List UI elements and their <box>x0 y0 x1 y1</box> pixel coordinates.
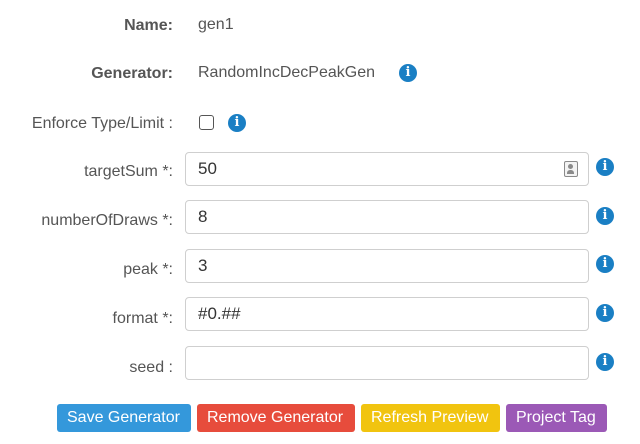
name-label: Name: <box>124 17 173 34</box>
seed-input[interactable] <box>186 347 588 379</box>
number-of-draws-label: numberOfDraws *: <box>41 212 173 229</box>
target-sum-input[interactable] <box>186 153 588 185</box>
number-of-draws-info-icon[interactable]: i <box>596 207 614 225</box>
peak-input[interactable] <box>186 250 588 282</box>
target-sum-label: targetSum *: <box>84 163 173 180</box>
remove-generator-button[interactable]: Remove Generator <box>197 404 355 432</box>
format-input[interactable] <box>186 298 588 330</box>
refresh-preview-button[interactable]: Refresh Preview <box>361 404 500 432</box>
project-tag-button[interactable]: Project Tag <box>506 404 607 432</box>
peak-field[interactable] <box>185 249 589 283</box>
enforce-info-icon[interactable]: i <box>228 114 246 132</box>
seed-label: seed : <box>129 359 173 376</box>
peak-label: peak *: <box>123 261 173 278</box>
target-sum-field[interactable] <box>185 152 589 186</box>
generator-value: RandomIncDecPeakGen <box>198 64 375 81</box>
format-info-icon[interactable]: i <box>596 304 614 322</box>
generator-info-icon[interactable]: i <box>399 64 417 82</box>
seed-field[interactable] <box>185 346 589 380</box>
target-sum-info-icon[interactable]: i <box>596 158 614 176</box>
peak-info-icon[interactable]: i <box>596 255 614 273</box>
number-of-draws-field[interactable] <box>185 200 589 234</box>
enforce-type-limit-checkbox[interactable] <box>199 115 214 130</box>
contact-card-icon[interactable] <box>564 161 578 177</box>
name-value: gen1 <box>198 16 234 33</box>
number-of-draws-input[interactable] <box>186 201 588 233</box>
format-label: format *: <box>112 310 173 327</box>
enforce-type-limit-label: Enforce Type/Limit : <box>31 115 173 132</box>
generator-label: Generator: <box>91 65 173 82</box>
seed-info-icon[interactable]: i <box>596 353 614 371</box>
save-generator-button[interactable]: Save Generator <box>57 404 191 432</box>
format-field[interactable] <box>185 297 589 331</box>
